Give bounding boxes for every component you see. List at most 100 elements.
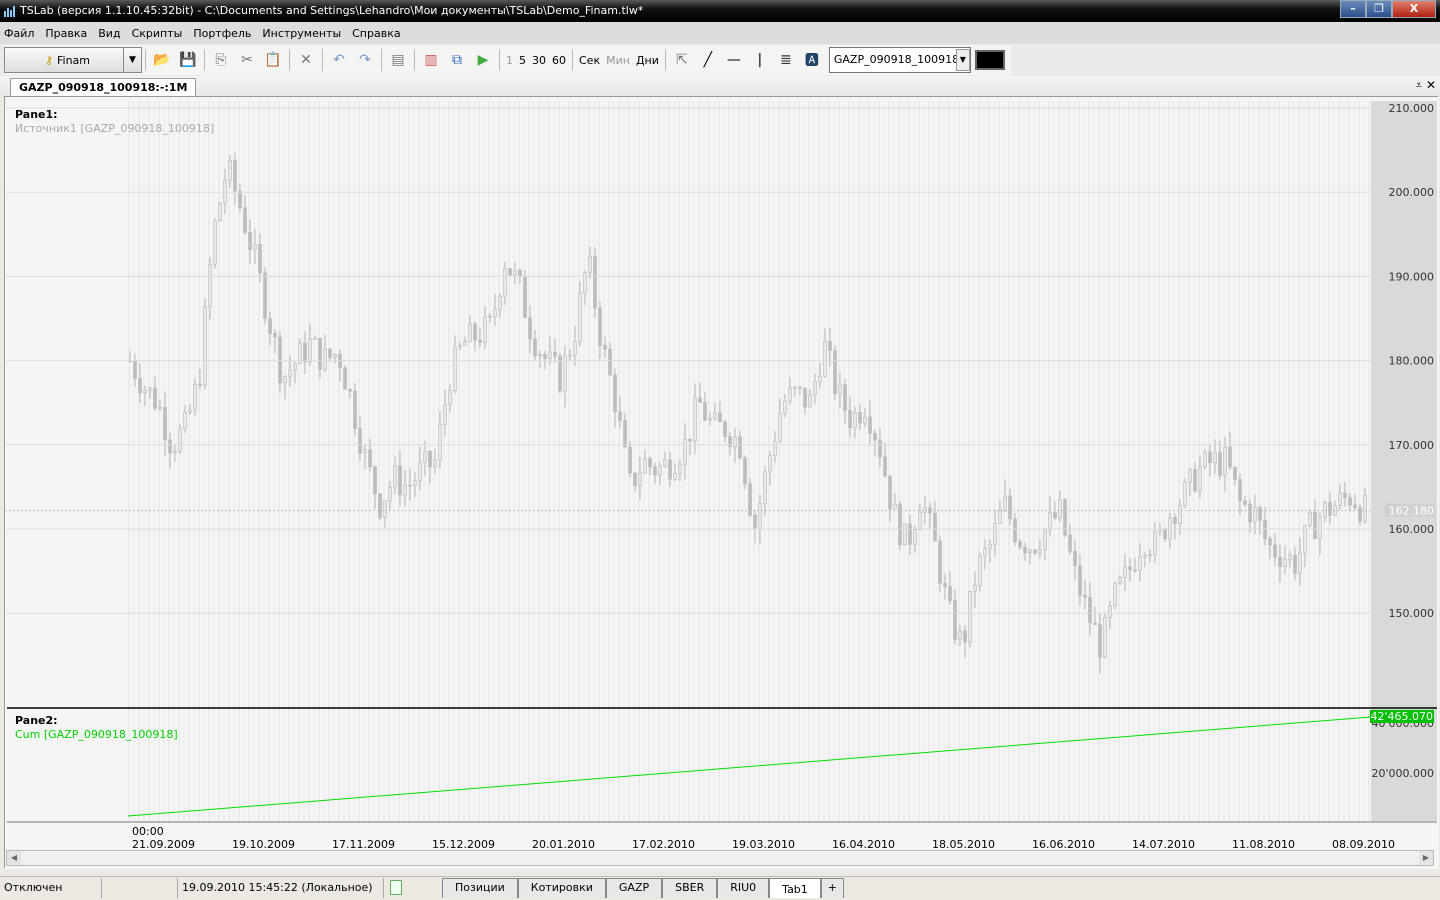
candle xyxy=(703,401,707,421)
instrument-select[interactable]: GAZP_090918_100918:- ▼ xyxy=(828,47,971,73)
candle xyxy=(1243,500,1247,505)
diagram-icon[interactable]: ⧉ xyxy=(444,52,470,68)
unit-seconds[interactable]: Сек xyxy=(579,54,600,67)
candle xyxy=(763,471,767,504)
menu-view[interactable]: Вид xyxy=(98,27,120,40)
candle xyxy=(1203,451,1207,467)
cut-icon[interactable]: ✂ xyxy=(234,52,260,68)
play-icon[interactable]: ▶ xyxy=(470,52,496,68)
tab-list-icon[interactable]: ⩡ xyxy=(1415,78,1422,92)
candle xyxy=(1068,534,1072,552)
candle xyxy=(693,397,697,442)
candle xyxy=(1218,452,1222,476)
menu-portfolio[interactable]: Портфель xyxy=(193,27,251,40)
menu-scripts[interactable]: Скрипты xyxy=(132,27,183,40)
candle xyxy=(723,421,727,437)
color-picker[interactable] xyxy=(974,50,1005,70)
undo-icon[interactable]: ↶ xyxy=(326,52,352,68)
pane1-source: Источник1 [GAZP_090918_100918] xyxy=(15,122,214,135)
unit-minutes[interactable]: Мин xyxy=(606,54,630,67)
interval-60[interactable]: 60 xyxy=(552,54,566,67)
interval-5[interactable]: 5 xyxy=(519,54,526,67)
tab-gazp-chart[interactable]: GAZP_090918_100918:-:1M xyxy=(10,78,197,96)
interval-30[interactable]: 30 xyxy=(532,54,546,67)
candle xyxy=(148,387,152,391)
menu-tools[interactable]: Инструменты xyxy=(262,27,341,40)
candle xyxy=(1248,504,1252,523)
candle xyxy=(683,438,687,466)
chart-svg[interactable]: 210.000 200.000 190.000 180.000 170.000 160.0… xyxy=(5,97,1439,869)
candle xyxy=(338,354,342,369)
tab-quotes[interactable]: Котировки xyxy=(517,877,606,898)
candle xyxy=(773,441,777,456)
add-tab-button[interactable]: + xyxy=(820,877,845,898)
candle xyxy=(1313,512,1317,539)
candle xyxy=(303,342,307,363)
save-icon[interactable]: 💾 xyxy=(175,52,201,68)
candle xyxy=(433,459,437,468)
menu-help[interactable]: Справка xyxy=(352,27,400,40)
candle xyxy=(678,464,682,475)
tab-gazp[interactable]: GAZP xyxy=(605,877,663,898)
menu-edit[interactable]: Правка xyxy=(45,27,87,40)
candle xyxy=(253,243,257,250)
delete-icon[interactable]: ✕ xyxy=(293,52,319,68)
candle xyxy=(458,344,462,348)
connection-select[interactable]: ⚷ Finam ▼ xyxy=(4,47,142,73)
candle xyxy=(938,540,942,584)
redo-icon[interactable]: ↷ xyxy=(352,52,378,68)
candle xyxy=(558,355,562,392)
pointer-icon[interactable]: ⇱ xyxy=(669,52,695,68)
candle xyxy=(1263,520,1267,540)
candle xyxy=(993,522,997,545)
close-button[interactable]: X xyxy=(1392,0,1436,18)
candle xyxy=(1223,446,1227,476)
menu-file[interactable]: Файл xyxy=(4,27,34,40)
chart-icon[interactable]: ▥ xyxy=(418,52,444,68)
tab-tab1[interactable]: Tab1 xyxy=(769,877,821,898)
candle xyxy=(843,384,847,411)
candle xyxy=(783,400,787,414)
chevron-down-icon[interactable]: ▼ xyxy=(955,49,970,71)
close-tab-icon[interactable]: ✕ xyxy=(1426,78,1436,92)
restore-button[interactable]: ❐ xyxy=(1366,0,1392,18)
vertical-line-icon[interactable]: | xyxy=(747,52,773,68)
candle xyxy=(258,243,262,274)
candle xyxy=(1018,541,1022,548)
candle xyxy=(593,256,597,309)
unit-days[interactable]: Дни xyxy=(636,54,659,67)
time-first-label: 00:00 xyxy=(132,825,164,838)
candle xyxy=(423,451,427,463)
horizontal-line-icon[interactable]: — xyxy=(721,52,747,68)
candle xyxy=(533,338,537,357)
candle xyxy=(1053,512,1057,519)
horizontal-scrollbar[interactable]: ◀ ▶ xyxy=(6,850,1434,866)
interval-1[interactable]: 1 xyxy=(506,54,513,67)
tab-sber[interactable]: SBER xyxy=(662,877,718,898)
candle xyxy=(808,394,812,408)
chart-area[interactable]: 210.000 200.000 190.000 180.000 170.000 160.0… xyxy=(4,96,1439,869)
scroll-right-icon[interactable]: ▶ xyxy=(1419,851,1433,865)
text-tool-icon[interactable]: 🅰 xyxy=(799,50,825,70)
properties-icon[interactable]: ▤ xyxy=(385,52,411,68)
candle xyxy=(468,323,472,342)
paste-icon[interactable]: 📋 xyxy=(260,52,286,68)
cum-last-label: 42'465.070 xyxy=(1370,710,1433,723)
candle xyxy=(323,348,327,370)
minimize-button[interactable]: – xyxy=(1340,0,1366,18)
candle xyxy=(983,548,987,557)
instrument-value: GAZP_090918_100918:- xyxy=(833,53,967,66)
candle xyxy=(1288,554,1292,560)
tab-positions[interactable]: Позиции xyxy=(442,877,518,898)
tab-riu0[interactable]: RIU0 xyxy=(717,877,770,898)
candle xyxy=(1028,549,1032,554)
scroll-left-icon[interactable]: ◀ xyxy=(7,851,21,865)
open-folder-icon[interactable]: 📂 xyxy=(149,52,175,68)
log-icon[interactable] xyxy=(390,880,402,895)
line-tool-icon[interactable]: ╱ xyxy=(695,52,721,68)
candle xyxy=(1023,546,1027,554)
copy-icon[interactable]: ⎘ xyxy=(208,52,234,68)
candle xyxy=(1208,451,1212,464)
fibonacci-icon[interactable]: ≣ xyxy=(773,52,799,68)
chevron-down-icon[interactable]: ▼ xyxy=(123,48,141,72)
